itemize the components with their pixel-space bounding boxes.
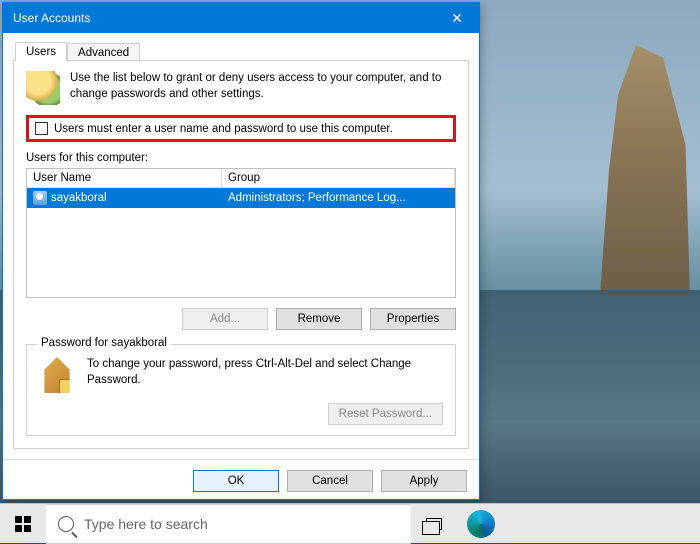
column-group[interactable]: Group [222, 169, 455, 188]
windows-logo-icon [15, 516, 31, 532]
column-username[interactable]: User Name [27, 169, 222, 188]
close-icon: ✕ [451, 10, 463, 27]
list-header: User Name Group [27, 169, 455, 188]
intro-row: Use the list below to grant or deny user… [26, 71, 456, 105]
add-button[interactable]: Add... [182, 308, 268, 330]
dialog-button-row: OK Cancel Apply [3, 459, 479, 502]
password-row: To change your password, press Ctrl-Alt-… [39, 357, 443, 393]
remove-button[interactable]: Remove [276, 308, 362, 330]
button-label: Properties [387, 313, 439, 325]
taskbar-search[interactable]: Type here to search [46, 504, 411, 544]
taskbar: Type here to search [0, 503, 700, 543]
tab-panel-users: Use the list below to grant or deny user… [13, 60, 469, 449]
taskbar-icons [411, 504, 495, 544]
tabstrip: Users Advanced [15, 41, 469, 60]
require-login-checkbox[interactable] [35, 122, 48, 135]
button-label: Reset Password... [339, 408, 432, 420]
close-button[interactable]: ✕ [435, 3, 479, 33]
reset-row: Reset Password... [39, 403, 443, 425]
button-label: Apply [410, 475, 439, 487]
tab-users[interactable]: Users [15, 42, 67, 61]
search-placeholder: Type here to search [84, 516, 208, 532]
users-icon [26, 71, 60, 105]
users-list[interactable]: User Name Group sayakboral Administrator… [26, 168, 456, 298]
key-user-icon [39, 357, 75, 393]
start-button[interactable] [0, 504, 46, 544]
reset-password-button[interactable]: Reset Password... [328, 403, 443, 425]
edge-browser-button[interactable] [467, 510, 495, 538]
intro-text: Use the list below to grant or deny user… [70, 71, 456, 102]
apply-button[interactable]: Apply [381, 470, 467, 492]
password-text: To change your password, press Ctrl-Alt-… [87, 357, 443, 388]
require-login-row: Users must enter a user name and passwor… [26, 115, 456, 142]
task-view-icon [426, 518, 442, 530]
dialog-body: Users Advanced Use the list below to gra… [3, 33, 479, 459]
cancel-button[interactable]: Cancel [287, 470, 373, 492]
require-login-label: Users must enter a user name and passwor… [54, 123, 393, 135]
task-view-button[interactable] [411, 504, 457, 544]
ok-button[interactable]: OK [193, 470, 279, 492]
user-accounts-window: User Accounts ✕ Users Advanced Use the l… [2, 2, 480, 500]
user-buttons-row: Add... Remove Properties [26, 308, 456, 330]
cell-username: sayakboral [27, 188, 222, 208]
button-label: OK [228, 475, 245, 487]
user-icon [33, 191, 47, 205]
button-label: Add... [210, 313, 240, 325]
password-legend: Password for sayakboral [37, 337, 171, 349]
button-label: Cancel [312, 475, 348, 487]
properties-button[interactable]: Properties [370, 308, 456, 330]
tab-label: Advanced [78, 47, 129, 59]
username-text: sayakboral [51, 192, 107, 204]
table-row[interactable]: sayakboral Administrators; Performance L… [27, 188, 455, 208]
tab-label: Users [26, 46, 56, 58]
cell-group: Administrators; Performance Log... [222, 189, 455, 207]
search-icon [58, 516, 74, 532]
window-title: User Accounts [13, 11, 435, 25]
titlebar[interactable]: User Accounts ✕ [3, 3, 479, 33]
users-list-label: Users for this computer: [26, 152, 456, 164]
password-groupbox: Password for sayakboral To change your p… [26, 344, 456, 436]
button-label: Remove [298, 313, 341, 325]
